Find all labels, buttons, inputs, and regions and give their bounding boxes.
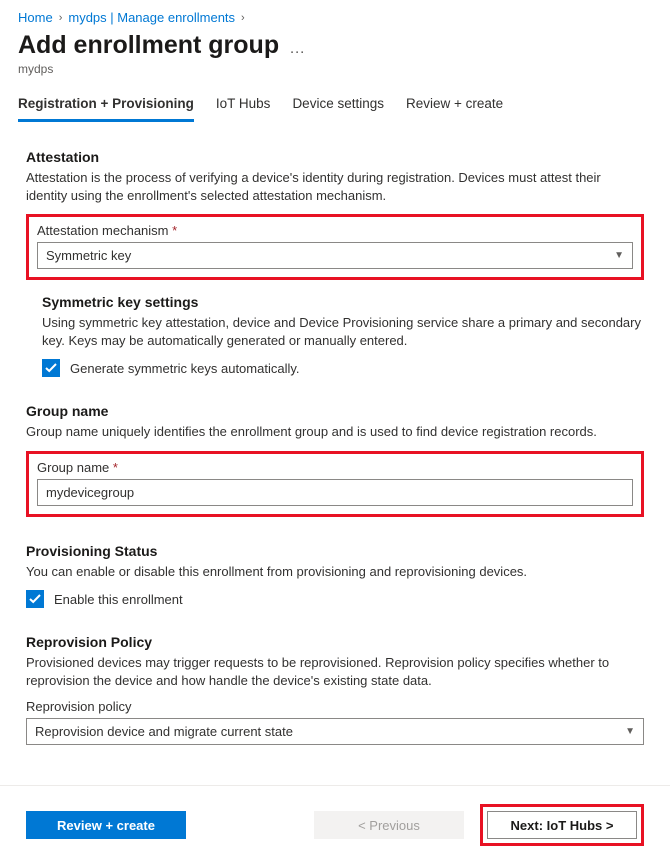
chevron-down-icon: ▼ bbox=[625, 726, 635, 737]
tab-registration-provisioning[interactable]: Registration + Provisioning bbox=[18, 88, 194, 122]
provstatus-desc: You can enable or disable this enrollmen… bbox=[26, 563, 644, 581]
reprov-field-label: Reprovision policy bbox=[26, 699, 644, 714]
reprovision-policy-value: Reprovision device and migrate current s… bbox=[35, 724, 293, 739]
group-name-desc: Group name uniquely identifies the enrol… bbox=[26, 423, 644, 441]
next-iot-hubs-button[interactable]: Next: IoT Hubs > bbox=[487, 811, 637, 839]
chevron-right-icon: › bbox=[59, 12, 63, 24]
attestation-desc: Attestation is the process of verifying … bbox=[26, 169, 644, 204]
attestation-mechanism-select[interactable]: Symmetric key ▼ bbox=[37, 242, 633, 269]
wizard-footer: Review + create < Previous Next: IoT Hub… bbox=[0, 785, 670, 868]
provstatus-title: Provisioning Status bbox=[26, 543, 644, 559]
page-title: Add enrollment group bbox=[18, 31, 279, 60]
tabs: Registration + Provisioning IoT Hubs Dev… bbox=[0, 88, 670, 123]
reprov-title: Reprovision Policy bbox=[26, 634, 644, 650]
enable-enrollment-checkbox[interactable] bbox=[26, 590, 44, 608]
more-actions-icon[interactable]: … bbox=[289, 34, 306, 58]
section-reprovision-policy: Reprovision Policy Provisioned devices m… bbox=[26, 634, 644, 745]
highlight-attestation-mechanism: Attestation mechanism * Symmetric key ▼ bbox=[26, 214, 644, 280]
highlight-next-button: Next: IoT Hubs > bbox=[480, 804, 644, 846]
previous-button[interactable]: < Previous bbox=[314, 811, 464, 839]
section-symmetric-key-settings: Symmetric key settings Using symmetric k… bbox=[42, 294, 644, 377]
generate-keys-checkbox[interactable] bbox=[42, 359, 60, 377]
symkey-desc: Using symmetric key attestation, device … bbox=[42, 314, 644, 349]
section-group-name: Group name Group name uniquely identifie… bbox=[26, 403, 644, 441]
breadcrumb-home[interactable]: Home bbox=[18, 10, 53, 25]
section-provisioning-status: Provisioning Status You can enable or di… bbox=[26, 543, 644, 609]
section-attestation: Attestation Attestation is the process o… bbox=[26, 149, 644, 204]
group-name-title: Group name bbox=[26, 403, 644, 419]
page-subtitle: mydps bbox=[0, 60, 670, 88]
tab-review-create[interactable]: Review + create bbox=[406, 88, 503, 122]
tab-device-settings[interactable]: Device settings bbox=[292, 88, 384, 122]
group-name-label: Group name * bbox=[37, 460, 633, 475]
generate-keys-label: Generate symmetric keys automatically. bbox=[70, 361, 300, 376]
reprov-desc: Provisioned devices may trigger requests… bbox=[26, 654, 644, 689]
breadcrumb-manage-enrollments[interactable]: mydps | Manage enrollments bbox=[68, 10, 235, 25]
enable-enrollment-label: Enable this enrollment bbox=[54, 592, 183, 607]
highlight-group-name: Group name * bbox=[26, 451, 644, 517]
attestation-title: Attestation bbox=[26, 149, 644, 165]
symkey-title: Symmetric key settings bbox=[42, 294, 644, 310]
chevron-down-icon: ▼ bbox=[614, 250, 624, 261]
attestation-mechanism-value: Symmetric key bbox=[46, 248, 131, 263]
attestation-mechanism-label: Attestation mechanism * bbox=[37, 223, 633, 238]
breadcrumb: Home › mydps | Manage enrollments › bbox=[0, 10, 670, 25]
review-create-button[interactable]: Review + create bbox=[26, 811, 186, 839]
page-title-row: Add enrollment group … bbox=[0, 25, 670, 60]
tab-iot-hubs[interactable]: IoT Hubs bbox=[216, 88, 271, 122]
reprovision-policy-select[interactable]: Reprovision device and migrate current s… bbox=[26, 718, 644, 745]
check-icon bbox=[45, 362, 57, 374]
group-name-input[interactable] bbox=[37, 479, 633, 506]
chevron-right-icon: › bbox=[241, 12, 245, 24]
check-icon bbox=[29, 593, 41, 605]
